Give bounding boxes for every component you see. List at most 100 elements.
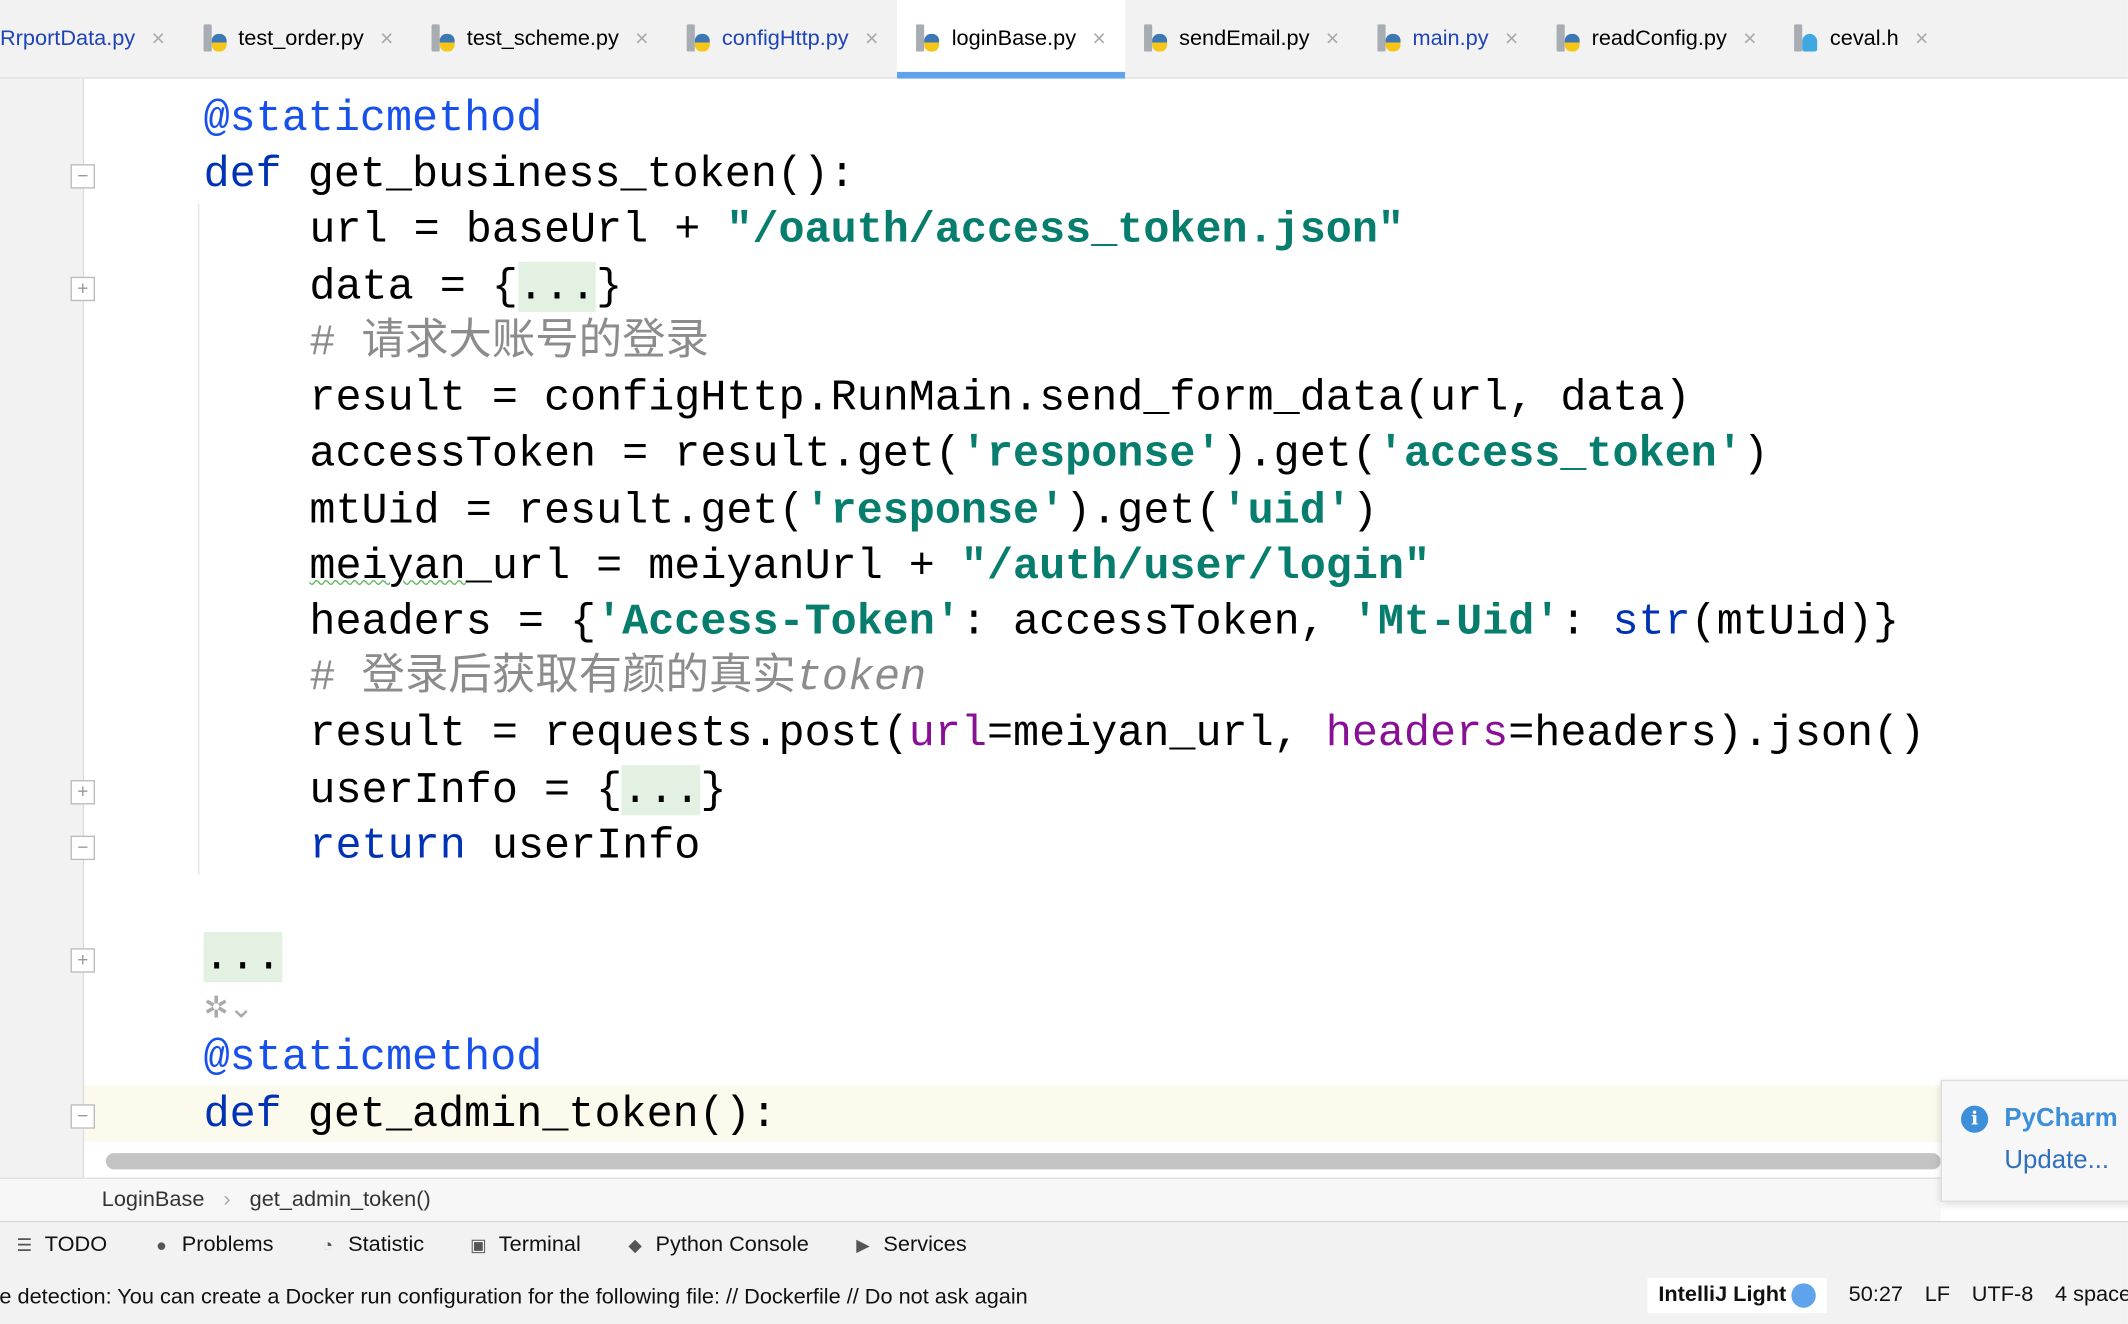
tool-window-label: Python Console: [655, 1233, 809, 1257]
code-token: # 登录后获取有颜的真实: [309, 652, 796, 703]
breadcrumb-method[interactable]: get_admin_token(): [250, 1188, 431, 1212]
tool-window-bar: ☰ TODO ● Problems ◔ Statistic ▣ Terminal ◆ Python…: [0, 1220, 2128, 1269]
code-token: }: [596, 261, 623, 313]
code-token: @staticmethod: [203, 1032, 543, 1083]
theme-switcher[interactable]: IntelliJ Light: [1647, 1277, 1827, 1314]
fold-collapse-icon[interactable]: −: [70, 164, 95, 189]
code-token: token: [795, 652, 927, 703]
code-editor[interactable]: − + + − + − @staticmethod def get_busines…: [0, 78, 2128, 1178]
code-token: =headers).json(): [1508, 708, 1926, 759]
code-token: "/oauth/access_token.json": [726, 204, 1404, 256]
status-message[interactable]: le detection: You can create a Docker ru…: [0, 1286, 1028, 1310]
tool-window-python-console[interactable]: ◆ Python Console: [624, 1233, 809, 1257]
tool-window-problems[interactable]: ● Problems: [151, 1233, 273, 1257]
tab-test_scheme-py[interactable]: test_scheme.py ×: [413, 0, 668, 78]
code-token: 'uid': [1221, 485, 1352, 536]
theme-dot-icon: [1791, 1283, 1817, 1308]
tab-test_order-py[interactable]: test_order.py ×: [184, 0, 413, 78]
tab-ceval-h[interactable]: ceval.h ×: [1776, 0, 1948, 78]
close-tab-icon[interactable]: ×: [635, 25, 648, 52]
close-tab-icon[interactable]: ×: [1326, 25, 1339, 52]
tab-label: test_order.py: [238, 26, 364, 50]
code-line: result = requests.post(url=meiyan_url, h…: [309, 705, 1925, 761]
indent-setting[interactable]: 4 spaces: [2055, 1283, 2128, 1307]
code-token: (mtUid)}: [1690, 596, 1900, 648]
file-encoding[interactable]: UTF-8: [1972, 1283, 2034, 1307]
code-token: headers = {: [309, 596, 597, 648]
tool-window-terminal[interactable]: ▣ Terminal: [468, 1233, 581, 1257]
info-icon: i: [1961, 1105, 1989, 1133]
code-line: accessToken = result.get('response').get…: [309, 426, 1768, 482]
code-token: headers: [1325, 708, 1509, 759]
caret-position[interactable]: 50:27: [1849, 1283, 1903, 1307]
pycharm-window: RrportData.py × test_order.py × test_scheme.…: [0, 0, 2128, 1324]
tab-readconfig-py[interactable]: readConfig.py ×: [1537, 0, 1775, 78]
folded-region[interactable]: ...: [622, 765, 701, 816]
code-token: result = configHttp.RunMain.send_form_da…: [309, 373, 1691, 424]
fold-collapse-icon[interactable]: −: [70, 1104, 95, 1129]
code-token: 'response': [804, 485, 1066, 536]
close-tab-icon[interactable]: ×: [865, 25, 878, 52]
tab-main-py[interactable]: main.py ×: [1358, 0, 1537, 78]
python-file-icon: [916, 23, 940, 54]
tab-rrportdata-py[interactable]: RrportData.py ×: [0, 0, 184, 78]
code-line: data = {...}: [309, 259, 622, 315]
tab-sendemail-py[interactable]: sendEmail.py ×: [1125, 0, 1358, 78]
code-line: @staticmethod: [204, 1030, 543, 1086]
breadcrumb-separator: ›: [223, 1187, 231, 1211]
statistic-icon: ◔: [322, 1234, 334, 1255]
python-file-icon: [686, 23, 711, 54]
code-token: userInfo = {: [309, 765, 623, 816]
tool-window-services[interactable]: ▶ Services: [852, 1233, 966, 1257]
code-token: get_business_token():: [281, 149, 856, 200]
tab-label: test_scheme.py: [466, 26, 619, 50]
fold-expand-icon[interactable]: +: [70, 948, 95, 973]
close-tab-icon[interactable]: ×: [1505, 25, 1518, 52]
ai-assistant-icon[interactable]: ✲⌄: [204, 990, 254, 1025]
breadcrumb-class[interactable]: LoginBase: [102, 1188, 205, 1212]
python-file-icon: [431, 23, 456, 54]
code-token: 'Mt-Uid': [1351, 596, 1561, 648]
close-tab-icon[interactable]: ×: [380, 25, 393, 52]
close-tab-icon[interactable]: ×: [1092, 25, 1105, 52]
tab-confighttp-py[interactable]: configHttp.py ×: [668, 0, 898, 78]
tool-window-label: Terminal: [498, 1233, 581, 1257]
tab-label: configHttp.py: [721, 26, 849, 50]
tab-label: ceval.h: [1829, 26, 1899, 50]
horizontal-scrollbar[interactable]: [105, 1153, 1941, 1170]
python-file-icon: [1143, 23, 1168, 54]
folded-region[interactable]: ...: [517, 261, 597, 313]
services-icon: ▶: [856, 1234, 870, 1255]
close-tab-icon[interactable]: ×: [1743, 25, 1756, 52]
code-token: 'Access-Token': [596, 596, 961, 648]
code-token: ): [1742, 428, 1769, 479]
tool-window-label: Services: [883, 1233, 967, 1257]
tool-window-statistic[interactable]: ◔ Statistic: [317, 1233, 424, 1257]
code-token: # 请求大账号的登录: [309, 317, 709, 368]
python-file-icon: [1556, 23, 1580, 54]
tab-loginbase-py[interactable]: loginBase.py ×: [897, 0, 1125, 79]
code-token: =meiyan_url,: [986, 708, 1326, 759]
fold-collapse-icon[interactable]: −: [70, 835, 95, 861]
code-line: def get_admin_token():: [204, 1087, 777, 1143]
python-console-icon: ◆: [628, 1234, 642, 1255]
code-line: headers = {'Access-Token': accessToken, …: [309, 594, 1899, 650]
fold-expand-icon[interactable]: +: [70, 276, 95, 302]
code-token: :: [1560, 596, 1613, 648]
c-header-file-icon: [1794, 23, 1819, 54]
gutter: − + + − + −: [0, 78, 95, 1178]
code-line: url = baseUrl + "/oauth/access_token.jso…: [309, 202, 1404, 258]
close-tab-icon[interactable]: ×: [1915, 25, 1928, 52]
tool-window-todo[interactable]: ☰ TODO: [14, 1233, 108, 1257]
terminal-icon: ▣: [470, 1234, 487, 1255]
update-link[interactable]: Update...: [2004, 1146, 2109, 1176]
folded-region[interactable]: ...: [203, 931, 282, 983]
code-token: result = requests.post(: [309, 708, 909, 759]
breadcrumb: LoginBase › get_admin_token(): [0, 1177, 1941, 1221]
list-icon: ☰: [16, 1234, 33, 1255]
code-line: ...: [203, 929, 282, 985]
line-separator[interactable]: LF: [1925, 1283, 1950, 1307]
fold-expand-icon[interactable]: +: [70, 780, 95, 805]
close-tab-icon[interactable]: ×: [151, 25, 164, 52]
code-token: 'response': [960, 428, 1222, 479]
